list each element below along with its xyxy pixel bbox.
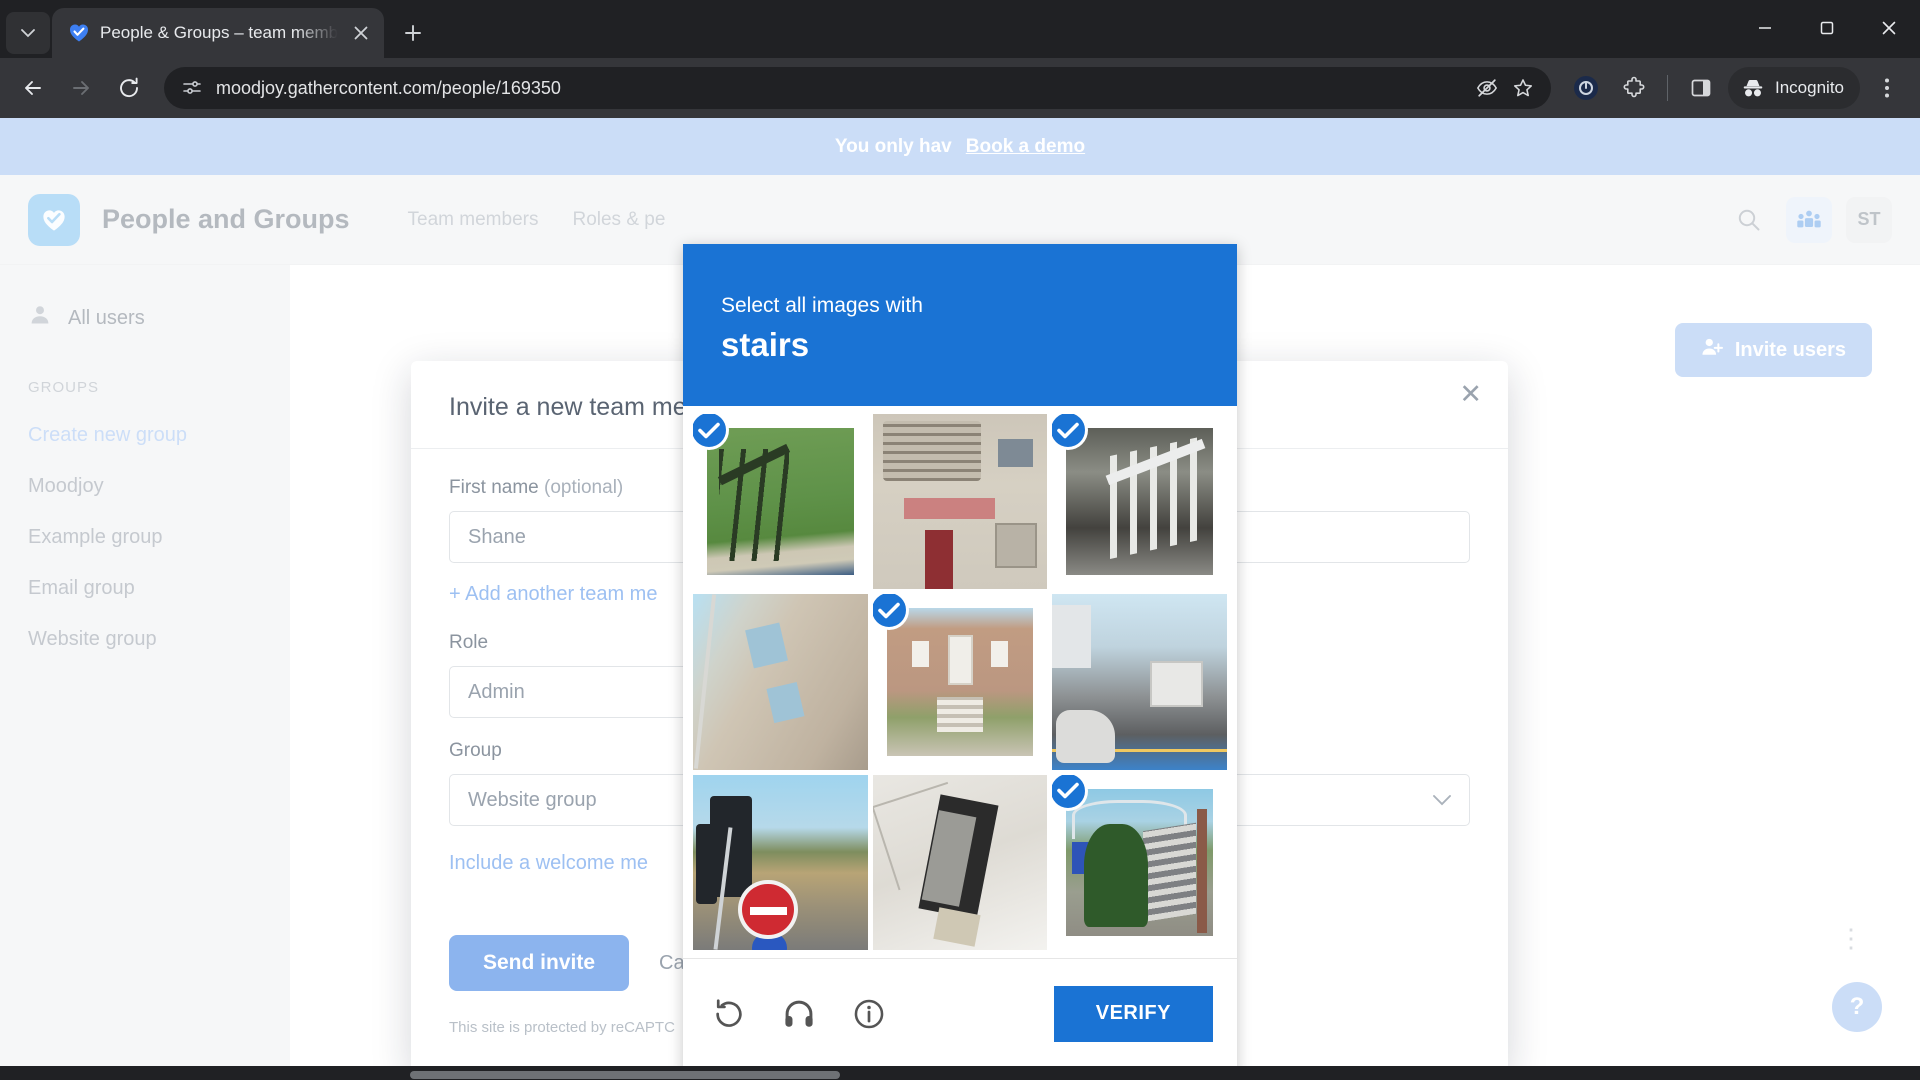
incognito-icon	[1743, 80, 1763, 97]
profile-circle-icon[interactable]	[1565, 67, 1607, 109]
recaptcha-tile-2[interactable]	[872, 414, 1048, 590]
close-icon[interactable]	[1858, 0, 1920, 56]
recaptcha-tile-image	[693, 774, 868, 950]
three-dot-menu-icon[interactable]	[1866, 67, 1908, 109]
incognito-indicator[interactable]: Incognito	[1728, 67, 1860, 109]
browser-toolbar: moodjoy.gathercontent.com/people/169350	[0, 58, 1920, 118]
reload-icon[interactable]	[108, 67, 150, 109]
forward-arrow-icon[interactable]	[60, 67, 102, 109]
site-settings-icon[interactable]	[180, 76, 204, 100]
close-icon[interactable]	[348, 20, 374, 46]
recaptcha-challenge: Select all images with stairs VERIFY	[683, 244, 1237, 1066]
recaptcha-tile-1[interactable]	[693, 414, 868, 590]
recaptcha-image-grid	[683, 406, 1237, 958]
recaptcha-tile-image	[1066, 788, 1213, 936]
tab-title: People & Groups – team memb	[100, 23, 339, 42]
recaptcha-prompt-line1: Select all images with	[721, 294, 923, 317]
horizontal-scrollbar[interactable]	[410, 1071, 840, 1079]
incognito-label: Incognito	[1775, 78, 1844, 97]
recaptcha-tile-4[interactable]	[693, 594, 868, 770]
tab-search-button[interactable]	[6, 12, 50, 54]
recaptcha-tile-8[interactable]	[872, 774, 1048, 950]
cancel-button[interactable]: Ca	[659, 952, 685, 975]
side-panel-icon[interactable]	[1680, 67, 1722, 109]
recaptcha-tile-image	[872, 414, 1048, 590]
recaptcha-prompt: Select all images with stairs	[683, 244, 1237, 406]
browser-tab[interactable]: People & Groups – team memb	[52, 8, 385, 58]
recaptcha-tile-image	[872, 774, 1048, 950]
recaptcha-tile-6[interactable]	[1052, 594, 1227, 770]
recaptcha-tile-7[interactable]	[693, 774, 868, 950]
recaptcha-tile-5[interactable]	[872, 594, 1048, 770]
recaptcha-tile-9[interactable]	[1052, 774, 1227, 950]
chevron-down-icon	[21, 28, 35, 37]
first-name-optional-text: (optional)	[538, 477, 624, 498]
eye-slash-icon[interactable]	[1475, 76, 1499, 100]
puzzle-icon[interactable]	[1613, 67, 1655, 109]
new-tab-button[interactable]	[394, 14, 432, 52]
close-icon[interactable]: ✕	[1459, 381, 1482, 408]
address-bar[interactable]: moodjoy.gathercontent.com/people/169350	[164, 67, 1551, 109]
maximize-icon[interactable]	[1796, 0, 1858, 56]
recaptcha-tile-image	[1066, 428, 1213, 576]
star-icon[interactable]	[1511, 76, 1535, 100]
recaptcha-tile-image	[693, 594, 868, 770]
url-text: moodjoy.gathercontent.com/people/169350	[216, 77, 561, 98]
window-bottom-edge	[0, 1066, 1920, 1080]
recaptcha-footer: VERIFY	[683, 958, 1237, 1066]
back-arrow-icon[interactable]	[12, 67, 54, 109]
recaptcha-tile-image	[1052, 594, 1227, 770]
recaptcha-tile-3[interactable]	[1052, 414, 1227, 590]
recaptcha-tile-image	[886, 608, 1034, 756]
first-name-label-text: First name	[449, 477, 539, 498]
chevron-down-icon	[1433, 789, 1451, 812]
toolbar-divider	[1667, 75, 1668, 101]
browser-window: People & Groups – team memb moodjoy.gath…	[0, 0, 1920, 1080]
gathercontent-heart-icon	[68, 22, 90, 44]
reload-icon[interactable]	[707, 992, 751, 1036]
recaptcha-prompt-target: stairs	[721, 326, 810, 363]
recaptcha-tile-image	[707, 428, 854, 576]
window-controls	[1734, 0, 1920, 56]
verify-button[interactable]: VERIFY	[1053, 985, 1213, 1042]
plus-icon	[405, 25, 422, 41]
headphones-icon[interactable]	[777, 992, 821, 1036]
minimize-icon[interactable]	[1734, 0, 1796, 56]
info-icon[interactable]	[847, 992, 891, 1036]
add-another-team-member-link[interactable]: + Add another team me	[449, 583, 657, 606]
page-viewport: You only hav Book a demo People and Grou…	[0, 118, 1920, 1066]
include-welcome-message-link[interactable]: Include a welcome me	[449, 852, 648, 875]
tab-strip: People & Groups – team memb	[0, 0, 1920, 58]
send-invite-button[interactable]: Send invite	[449, 935, 630, 991]
